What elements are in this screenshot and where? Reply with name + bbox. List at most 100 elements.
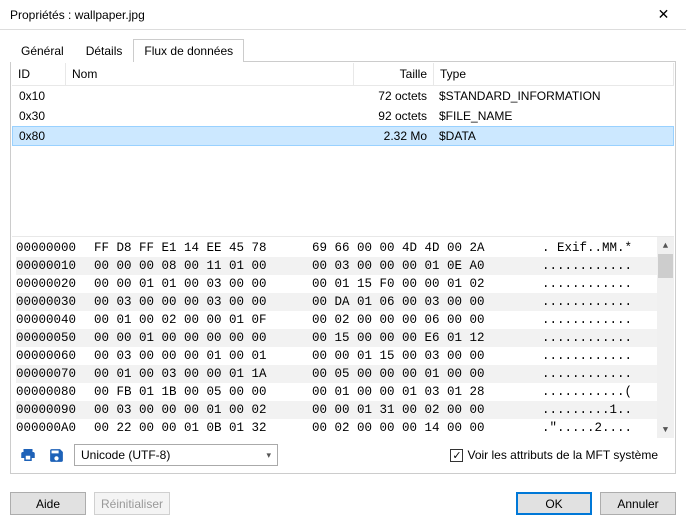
hex-bytes: 00 03 00 00 00 03 00 00: [94, 293, 312, 311]
hex-offset: 00000020: [16, 275, 94, 293]
cell-id: 0x80: [13, 127, 67, 145]
hex-toolbar: Unicode (UTF-8) ▾ ✓ Voir les attributs d…: [12, 438, 674, 472]
cell-taille: 2.32 Mo: [353, 127, 433, 145]
col-header-type[interactable]: Type: [434, 63, 674, 85]
cell-nom: [67, 87, 353, 105]
hex-bytes: 00 01 00 00 01 03 01 28: [312, 383, 542, 401]
hex-row[interactable]: 0000007000 01 00 03 00 00 01 1A00 05 00 …: [16, 365, 670, 383]
tab-strip: Général Détails Flux de données: [10, 38, 676, 62]
hex-bytes: 00 15 00 00 00 E6 01 12: [312, 329, 542, 347]
table-header: ID Nom Taille Type: [12, 63, 674, 86]
table-row[interactable]: 0x30 92 octets $FILE_NAME: [12, 106, 674, 126]
mft-checkbox-wrap[interactable]: ✓ Voir les attributs de la MFT système: [450, 448, 658, 462]
title-bar: Propriétés : wallpaper.jpg ✕: [0, 0, 686, 30]
chevron-down-icon: ▾: [266, 450, 271, 461]
tab-streams[interactable]: Flux de données: [133, 39, 244, 62]
cell-type: $DATA: [433, 127, 673, 145]
hex-row[interactable]: 0000009000 03 00 00 00 01 00 0200 00 01 …: [16, 401, 670, 419]
hex-ascii: ............: [542, 275, 670, 293]
tab-details[interactable]: Détails: [75, 39, 134, 62]
hex-row[interactable]: 0000003000 03 00 00 00 03 00 0000 DA 01 …: [16, 293, 670, 311]
mft-checkbox-label: Voir les attributs de la MFT système: [467, 448, 658, 462]
hex-row[interactable]: 0000001000 00 00 08 00 11 01 0000 03 00 …: [16, 257, 670, 275]
hex-ascii: .".....2....: [542, 419, 670, 437]
hex-bytes: 00 03 00 00 00 01 00 01: [94, 347, 312, 365]
hex-ascii: ............: [542, 257, 670, 275]
cancel-button[interactable]: Annuler: [600, 492, 676, 515]
ok-button[interactable]: OK: [516, 492, 592, 515]
scroll-down-icon[interactable]: ▼: [657, 421, 674, 438]
hex-row[interactable]: 000000A000 22 00 00 01 0B 01 3200 02 00 …: [16, 419, 670, 437]
tab-general[interactable]: Général: [10, 39, 75, 62]
col-header-id[interactable]: ID: [12, 63, 66, 85]
hex-scrollbar[interactable]: ▲ ▼: [657, 237, 674, 438]
hex-ascii: .........1..: [542, 401, 670, 419]
col-header-nom[interactable]: Nom: [66, 63, 354, 85]
table-row[interactable]: 0x10 72 octets $STANDARD_INFORMATION: [12, 86, 674, 106]
hex-offset: 00000080: [16, 383, 94, 401]
close-button[interactable]: ✕: [641, 0, 686, 30]
cell-type: $FILE_NAME: [433, 107, 673, 125]
hex-bytes: 00 03 00 00 00 01 0E A0: [312, 257, 542, 275]
col-header-taille[interactable]: Taille: [354, 63, 434, 85]
encoding-dropdown[interactable]: Unicode (UTF-8) ▾: [74, 444, 278, 466]
hex-bytes: 00 01 00 02 00 00 01 0F: [94, 311, 312, 329]
hex-bytes: 69 66 00 00 4D 4D 00 2A: [312, 239, 542, 257]
hex-offset: 00000060: [16, 347, 94, 365]
save-icon[interactable]: [46, 445, 66, 465]
hex-row[interactable]: 0000006000 03 00 00 00 01 00 0100 00 01 …: [16, 347, 670, 365]
hex-bytes: 00 00 01 01 00 03 00 00: [94, 275, 312, 293]
cell-taille: 92 octets: [353, 107, 433, 125]
hex-offset: 00000090: [16, 401, 94, 419]
hex-bytes: 00 00 01 31 00 02 00 00: [312, 401, 542, 419]
hex-bytes: 00 02 00 00 00 14 00 00: [312, 419, 542, 437]
hex-bytes: 00 01 15 F0 00 00 01 02: [312, 275, 542, 293]
hex-offset: 00000070: [16, 365, 94, 383]
hex-row[interactable]: 0000008000 FB 01 1B 00 05 00 0000 01 00 …: [16, 383, 670, 401]
hex-bytes: FF D8 FF E1 14 EE 45 78: [94, 239, 312, 257]
hex-ascii: ............: [542, 311, 670, 329]
hex-bytes: 00 01 00 03 00 00 01 1A: [94, 365, 312, 383]
hex-offset: 000000A0: [16, 419, 94, 437]
cell-id: 0x30: [13, 107, 67, 125]
hex-bytes: 00 FB 01 1B 00 05 00 00: [94, 383, 312, 401]
hex-ascii: ...........(: [542, 383, 670, 401]
hex-bytes: 00 22 00 00 01 0B 01 32: [94, 419, 312, 437]
table-row-selected[interactable]: 0x80 2.32 Mo $DATA: [12, 126, 674, 146]
hex-bytes: 00 05 00 00 00 01 00 00: [312, 365, 542, 383]
hex-offset: 00000010: [16, 257, 94, 275]
hex-ascii: ............: [542, 347, 670, 365]
hex-bytes: 00 02 00 00 00 06 00 00: [312, 311, 542, 329]
hex-row[interactable]: 0000005000 00 01 00 00 00 00 0000 15 00 …: [16, 329, 670, 347]
hex-offset: 00000040: [16, 311, 94, 329]
hex-bytes: 00 00 01 15 00 03 00 00: [312, 347, 542, 365]
help-button[interactable]: Aide: [10, 492, 86, 515]
hex-row[interactable]: 0000002000 00 01 01 00 03 00 0000 01 15 …: [16, 275, 670, 293]
scroll-up-icon[interactable]: ▲: [657, 237, 674, 254]
hex-bytes: 00 DA 01 06 00 03 00 00: [312, 293, 542, 311]
cell-type: $STANDARD_INFORMATION: [433, 87, 673, 105]
hex-ascii: ............: [542, 365, 670, 383]
streams-table: ID Nom Taille Type 0x10 72 octets $STAND…: [12, 63, 674, 146]
hex-viewer: 00000000FF D8 FF E1 14 EE 45 7869 66 00 …: [12, 236, 674, 438]
hex-row[interactable]: 0000004000 01 00 02 00 00 01 0F00 02 00 …: [16, 311, 670, 329]
hex-offset: 00000030: [16, 293, 94, 311]
tab-panel: ID Nom Taille Type 0x10 72 octets $STAND…: [10, 62, 676, 474]
checkbox-icon[interactable]: ✓: [450, 449, 463, 462]
cell-taille: 72 octets: [353, 87, 433, 105]
hex-bytes: 00 00 00 08 00 11 01 00: [94, 257, 312, 275]
hex-ascii: ............: [542, 329, 670, 347]
cell-nom: [67, 107, 353, 125]
hex-offset: 00000050: [16, 329, 94, 347]
cell-nom: [67, 127, 353, 145]
hex-offset: 00000000: [16, 239, 94, 257]
hex-row[interactable]: 00000000FF D8 FF E1 14 EE 45 7869 66 00 …: [16, 239, 670, 257]
window-title: Propriétés : wallpaper.jpg: [10, 8, 145, 22]
hex-bytes: 00 03 00 00 00 01 00 02: [94, 401, 312, 419]
cell-id: 0x10: [13, 87, 67, 105]
scroll-thumb[interactable]: [658, 254, 673, 278]
hex-bytes: 00 00 01 00 00 00 00 00: [94, 329, 312, 347]
hex-ascii: ............: [542, 293, 670, 311]
hex-ascii: . Exif..MM.*: [542, 239, 670, 257]
print-icon[interactable]: [18, 445, 38, 465]
